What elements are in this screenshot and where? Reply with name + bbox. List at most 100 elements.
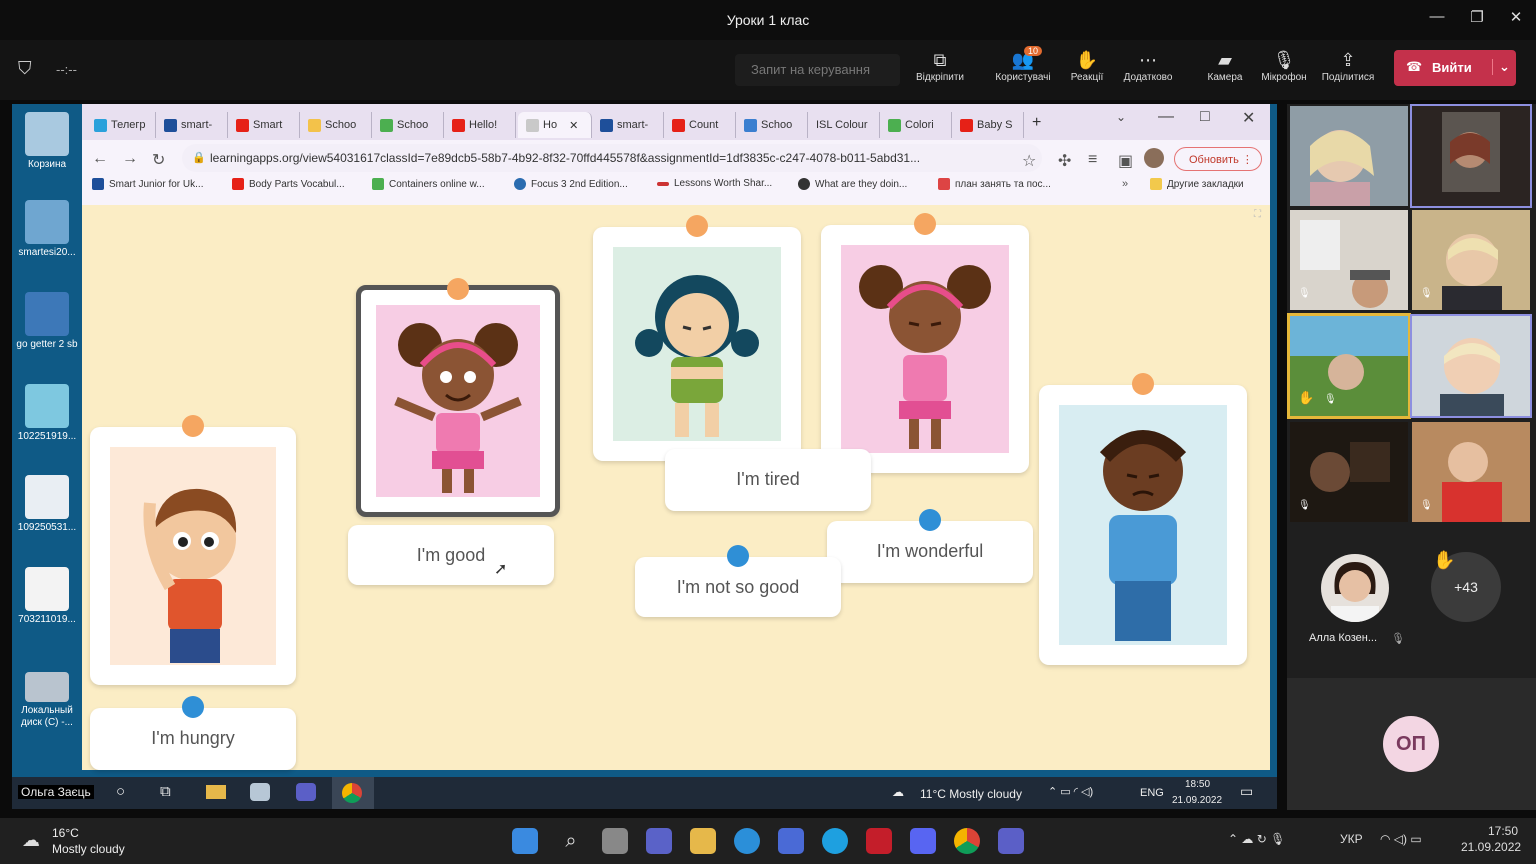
browser-tab[interactable]: Schoo (736, 112, 808, 138)
tray-icons[interactable]: ⌃ ▭ ◜ ◁) (1048, 785, 1093, 798)
star-icon[interactable]: ☆ (1022, 151, 1036, 171)
answer-label[interactable]: I'm good (348, 525, 554, 585)
desktop-icon[interactable]: Корзина (14, 112, 80, 171)
extensions-icon[interactable]: ✣ (1058, 151, 1071, 171)
task-view-icon[interactable] (602, 828, 628, 854)
bookmark[interactable]: план занять та пос... (938, 178, 1051, 190)
notification-icon[interactable]: ▭ (1240, 783, 1253, 800)
answer-label[interactable]: I'm not so good (635, 545, 841, 617)
search-icon[interactable]: ⌕ (558, 828, 584, 854)
picture-card[interactable] (821, 213, 1029, 473)
participants-button[interactable]: 👥 Користувачі 10 (990, 46, 1056, 94)
desktop-icon[interactable]: 703211019... (14, 567, 80, 626)
edge-icon[interactable] (734, 828, 760, 854)
address-bar[interactable]: learningapps.org/view54031617classId=7e8… (182, 144, 1042, 172)
picture-card[interactable] (593, 215, 801, 461)
more-button[interactable]: ⋯ Додатково (1115, 48, 1181, 94)
close-tab-icon[interactable]: ✕ (569, 119, 578, 132)
video-tile[interactable] (1290, 106, 1408, 206)
unpin-button[interactable]: ⧉ Відкріпити (907, 48, 973, 94)
network-volume-battery-icons[interactable]: ◠ ◁) ▭ (1380, 832, 1422, 846)
answer-label[interactable]: I'm wonderful (827, 509, 1033, 583)
task-view-icon[interactable]: ⧉ (160, 783, 171, 800)
share-button[interactable]: ⇪ Поділитися (1315, 48, 1381, 94)
close-icon[interactable]: ✕ (1242, 108, 1255, 128)
bookmarks-overflow-icon[interactable]: » (1122, 178, 1128, 190)
participant-avatar[interactable] (1321, 554, 1389, 622)
reload-icon[interactable]: ↻ (152, 150, 165, 170)
security-icon[interactable] (866, 828, 892, 854)
answer-label[interactable]: I'm tired (665, 449, 871, 511)
video-tile-speaking[interactable] (1410, 104, 1532, 208)
new-tab-icon[interactable]: + (1032, 114, 1041, 132)
chrome-icon[interactable] (954, 828, 980, 854)
leave-button[interactable]: ☎ Вийти ⌄ (1394, 50, 1516, 86)
windows-start-icon[interactable] (512, 828, 538, 854)
bookmark[interactable]: Lessons Worth Shar... (657, 178, 772, 189)
browser-tab-active[interactable]: Ho ✕ (518, 112, 592, 138)
browser-tab[interactable]: Smart (228, 112, 300, 138)
skype-icon[interactable] (822, 828, 848, 854)
maximize-icon[interactable]: □ (1200, 108, 1210, 126)
search-icon[interactable]: ○ (116, 783, 125, 800)
control-request-button[interactable]: Запит на керування (735, 54, 900, 86)
browser-tab[interactable]: Schoo (300, 112, 372, 138)
browser-tab[interactable]: smart- (156, 112, 228, 138)
browser-tab[interactable]: smart- (592, 112, 664, 138)
bookmark[interactable]: Containers online w... (372, 178, 485, 190)
desktop-icon[interactable]: Локальный диск (C) -... (14, 672, 80, 729)
other-bookmarks[interactable]: Другие закладки (1150, 178, 1244, 190)
browser-tab[interactable]: Count (664, 112, 736, 138)
bookmark[interactable]: Focus 3 2nd Edition... (514, 178, 628, 190)
minimize-icon[interactable]: — (1424, 8, 1450, 30)
file-explorer-icon[interactable] (690, 828, 716, 854)
back-icon[interactable]: ← (92, 150, 108, 168)
tab-search-icon[interactable]: ⌄ (1116, 110, 1126, 124)
picture-card-selected[interactable] (356, 278, 560, 517)
discord-icon[interactable] (910, 828, 936, 854)
maximize-icon[interactable]: ❐ (1464, 8, 1490, 30)
bookmark[interactable]: What are they doin... (798, 178, 907, 190)
fullscreen-icon[interactable]: ⛶ (1254, 209, 1261, 220)
desktop-icon[interactable]: 109250531... (14, 475, 80, 534)
reactions-button[interactable]: ✋ Реакції (1054, 48, 1120, 94)
browser-tab[interactable]: Colori (880, 112, 952, 138)
self-view-tile[interactable]: ОП (1287, 678, 1536, 810)
minimize-icon[interactable]: — (1158, 108, 1174, 126)
desktop-icon[interactable]: 102251919... (14, 384, 80, 443)
language-indicator[interactable]: УКР (1340, 832, 1363, 846)
browser-tab[interactable]: ISL Colour (808, 112, 880, 138)
bookmark[interactable]: Smart Junior for Uk... (92, 178, 203, 190)
video-tile[interactable]: 🎙 (1290, 210, 1408, 310)
browser-tab[interactable]: Schoo (372, 112, 444, 138)
video-tile[interactable]: 🎙 (1412, 422, 1530, 522)
browser-tab[interactable]: Телегр (86, 112, 156, 138)
language-indicator[interactable]: ENG (1140, 787, 1164, 799)
video-tile[interactable] (1410, 314, 1532, 418)
teams-icon[interactable] (296, 783, 316, 801)
avatar[interactable] (1144, 148, 1164, 168)
picture-card[interactable] (1039, 373, 1247, 665)
mic-button[interactable]: 🎙 Мікрофон (1251, 48, 1317, 94)
desktop-icon[interactable]: smartesi20... (14, 200, 80, 259)
reading-list-icon[interactable]: ≡ (1088, 151, 1097, 169)
close-icon[interactable]: ✕ (1503, 8, 1529, 30)
camera-button[interactable]: ▰ Камера (1192, 48, 1258, 94)
store-icon[interactable] (778, 828, 804, 854)
bookmark[interactable]: Body Parts Vocabul... (232, 178, 345, 190)
chat-icon[interactable] (646, 828, 672, 854)
teams-icon[interactable] (998, 828, 1024, 854)
answer-label[interactable]: I'm hungry (90, 696, 296, 770)
video-tile-hand-raised[interactable]: ✋ 🎙 (1287, 313, 1411, 419)
chevron-down-icon[interactable]: ⌄ (1492, 59, 1510, 75)
forward-icon[interactable]: → (122, 150, 138, 168)
app-icon[interactable] (250, 783, 270, 801)
browser-tab[interactable]: Baby S (952, 112, 1024, 138)
side-panel-icon[interactable]: ▣ (1118, 151, 1133, 171)
update-button[interactable]: Обновить ⋮ (1174, 147, 1262, 171)
tray-overflow-icon[interactable]: ⌃ ☁ ↻ 🎙 (1228, 832, 1285, 846)
desktop-icon[interactable]: go getter 2 sb (14, 292, 80, 351)
folder-icon[interactable] (206, 785, 226, 799)
video-tile[interactable]: 🎙 (1290, 422, 1408, 522)
video-tile[interactable]: 🎙 (1412, 210, 1530, 310)
